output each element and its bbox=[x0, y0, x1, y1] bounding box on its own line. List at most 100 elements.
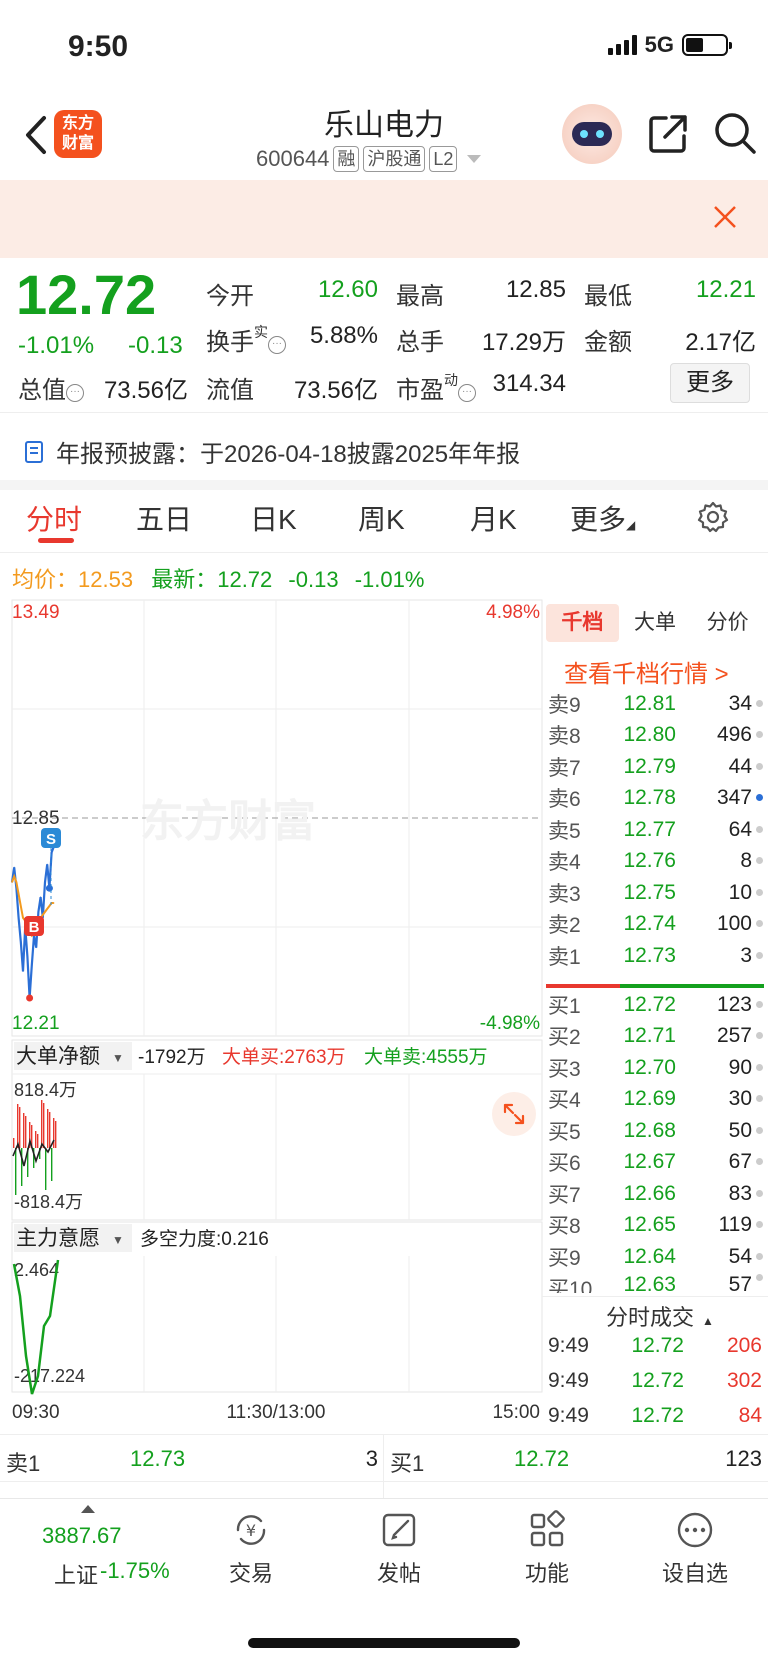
assistant-avatar[interactable] bbox=[562, 104, 622, 164]
big-order-bar bbox=[37, 1134, 39, 1148]
turnover-label[interactable]: 换手实··· bbox=[206, 322, 286, 357]
big-order-bar bbox=[53, 1118, 55, 1148]
status-indicators: 5G bbox=[607, 32, 732, 58]
latest-point-marker bbox=[45, 884, 53, 892]
bid-row[interactable]: 买5 12.68 50 bbox=[548, 1115, 764, 1147]
nav-functions[interactable]: 功能 bbox=[492, 1510, 602, 1588]
trade-time: 9:49 bbox=[548, 1369, 589, 1392]
svg-text:¥: ¥ bbox=[246, 1521, 256, 1540]
bid-label: 买7 bbox=[548, 1183, 581, 1207]
tab-big-orders[interactable]: 大单 bbox=[619, 604, 692, 642]
status-dot-icon bbox=[754, 762, 764, 772]
sse-index-name[interactable]: 上证 bbox=[54, 1558, 98, 1590]
network-label: 5G bbox=[644, 32, 674, 57]
status-dot-icon bbox=[754, 1031, 764, 1041]
bid-row[interactable]: 买4 12.69 30 bbox=[548, 1084, 764, 1116]
level1-bar bbox=[0, 1434, 768, 1482]
tab-monthly-k[interactable]: 月K bbox=[470, 498, 517, 538]
price-point bbox=[44, 881, 46, 883]
tab-daily-k[interactable]: 日K bbox=[250, 498, 297, 538]
l1-bid-vol: 123 bbox=[725, 1446, 762, 1471]
avg-price-value: 12.53 bbox=[78, 567, 134, 592]
nav-add-watchlist[interactable]: 设自选 bbox=[640, 1510, 750, 1588]
close-icon[interactable] bbox=[712, 204, 738, 230]
sse-index-pct[interactable]: -1.75% bbox=[100, 1558, 170, 1584]
big-order-y-bottom: -818.4万 bbox=[14, 1192, 83, 1212]
tab-more[interactable]: 更多◢ bbox=[570, 498, 635, 538]
big-order-bar bbox=[25, 1116, 27, 1148]
expand-button[interactable] bbox=[492, 1092, 536, 1136]
bid-price: 12.67 bbox=[623, 1150, 676, 1174]
trade-volume: 84 bbox=[738, 1404, 762, 1427]
tab-thousand-levels[interactable]: 千档 bbox=[546, 604, 619, 642]
ask-row[interactable]: 卖2 12.74 100 bbox=[548, 909, 764, 941]
pe-label[interactable]: 市盈动··· bbox=[396, 370, 476, 405]
trade-price: 12.72 bbox=[631, 1369, 684, 1392]
ask-row[interactable]: 卖9 12.81 34 bbox=[548, 688, 764, 720]
ask-volume: 347 bbox=[716, 786, 752, 810]
mcap-label[interactable]: 总值 ··· bbox=[18, 370, 84, 405]
trade-volume: 206 bbox=[726, 1334, 762, 1357]
status-dot-icon bbox=[754, 793, 764, 803]
ask-volume: 8 bbox=[740, 849, 752, 873]
ask-row[interactable]: 卖1 12.73 3 bbox=[548, 940, 764, 972]
ask-row[interactable]: 卖5 12.77 64 bbox=[548, 814, 764, 846]
annual-report-notice[interactable]: 年报预披露：于2026-04-18披露2025年年报 bbox=[24, 434, 520, 469]
document-icon bbox=[25, 440, 43, 463]
main-force-strength: 多空力度:0.216 bbox=[140, 1228, 269, 1250]
divider bbox=[542, 1296, 768, 1297]
share-icon[interactable] bbox=[646, 112, 690, 156]
tab-intraday[interactable]: 分时 bbox=[26, 498, 82, 538]
ask-label: 卖6 bbox=[548, 788, 581, 812]
big-order-buy: 大单买:2763万 bbox=[222, 1046, 346, 1068]
intraday-chart[interactable]: 东方财富 13.49 4.98% 12.85 12.21 -4.98% S B … bbox=[0, 596, 546, 1436]
view-thousand-levels-link[interactable]: 查看千档行情 > bbox=[564, 654, 729, 689]
bid-row[interactable]: 买7 12.66 83 bbox=[548, 1178, 764, 1210]
low-value: 12.21 bbox=[695, 276, 756, 303]
ask-row[interactable]: 卖8 12.80 496 bbox=[548, 720, 764, 752]
ask-row[interactable]: 卖3 12.75 10 bbox=[548, 877, 764, 909]
more-button[interactable]: 更多 bbox=[670, 363, 750, 403]
bid-row[interactable]: 买8 12.65 119 bbox=[548, 1210, 764, 1242]
bid-row[interactable]: 买1 12.72 123 bbox=[548, 989, 764, 1021]
status-dot-icon bbox=[754, 1157, 764, 1167]
time-axis-start: 09:30 bbox=[12, 1402, 60, 1423]
ask-row[interactable]: 卖7 12.79 44 bbox=[548, 751, 764, 783]
search-icon[interactable] bbox=[712, 110, 758, 156]
pe-value: 314.34 bbox=[492, 370, 566, 397]
chevron-up-icon[interactable] bbox=[80, 1504, 96, 1514]
volume-value: 17.29万 bbox=[481, 329, 566, 356]
ask-row[interactable]: 卖6 12.78 347 bbox=[548, 783, 764, 815]
bid-row[interactable]: 买3 12.70 90 bbox=[548, 1052, 764, 1084]
bid-row[interactable]: 买2 12.71 257 bbox=[548, 1021, 764, 1053]
float-value: 73.56亿 bbox=[293, 377, 378, 404]
trades-header[interactable]: 分时成交 ▲ bbox=[606, 1300, 714, 1332]
nav-trade[interactable]: ¥ 交易 bbox=[196, 1510, 306, 1588]
nav-post[interactable]: 发帖 bbox=[344, 1510, 454, 1588]
bid-volume: 257 bbox=[716, 1024, 752, 1048]
divider bbox=[0, 412, 768, 413]
bid-row[interactable]: 买9 12.64 54 bbox=[548, 1241, 764, 1273]
ask-volume: 34 bbox=[728, 691, 752, 715]
time-axis-mid: 11:30/13:00 bbox=[227, 1402, 326, 1423]
signal-icon bbox=[607, 35, 637, 55]
bid-row[interactable]: 买10 12.63 57 bbox=[548, 1273, 764, 1293]
big-order-bar bbox=[15, 1148, 17, 1195]
bid-row[interactable]: 买6 12.67 67 bbox=[548, 1147, 764, 1179]
tab-weekly-k[interactable]: 周K bbox=[358, 498, 405, 538]
bid-price: 12.63 bbox=[623, 1272, 676, 1293]
bid-volume: 57 bbox=[728, 1272, 752, 1293]
battery-icon bbox=[682, 34, 732, 56]
sell-marker-label: S bbox=[46, 831, 56, 848]
chevron-down-icon: ▼ bbox=[112, 1051, 124, 1065]
book-separator-bid bbox=[620, 984, 764, 988]
sse-index-value[interactable]: 3887.67 bbox=[42, 1523, 122, 1549]
trade-icon: ¥ bbox=[236, 1515, 266, 1545]
stock-subtitle[interactable]: 600644 融 沪股通 L2 bbox=[256, 146, 482, 172]
tab-five-day[interactable]: 五日 bbox=[136, 498, 192, 538]
gear-icon[interactable] bbox=[696, 500, 730, 534]
bid-label: 买4 bbox=[548, 1089, 581, 1113]
ask-row[interactable]: 卖4 12.76 8 bbox=[548, 846, 764, 878]
promo-banner[interactable] bbox=[0, 180, 768, 258]
tab-price-dist[interactable]: 分价 bbox=[691, 604, 764, 642]
